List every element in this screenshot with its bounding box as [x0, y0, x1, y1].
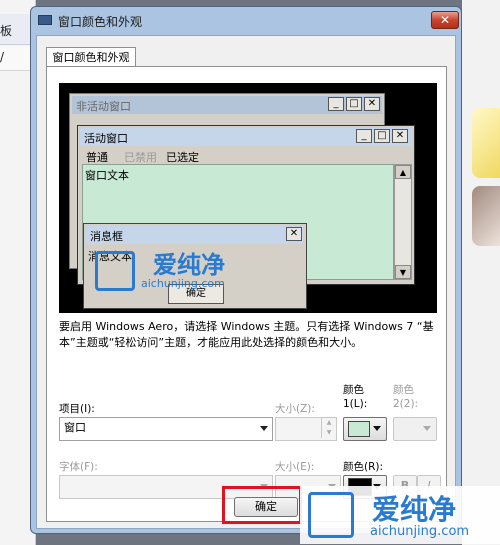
window-text: 窗口文本 [85, 169, 129, 182]
menu-item-disabled[interactable]: 已禁用 [124, 149, 157, 165]
color1-label: 颜色 1(L): [343, 384, 368, 410]
left-window-text-2: / [0, 50, 5, 64]
watermark-en: aichunjing.com [370, 524, 470, 539]
active-window-title: 活动窗口 [84, 132, 128, 145]
desktop-right-area [462, 0, 500, 545]
close-button[interactable]: ✕ [431, 11, 459, 29]
minimize-icon: _ [356, 129, 372, 143]
menu-item-selected[interactable]: 已选定 [166, 149, 199, 165]
watermark-overlay: 爱纯净 aichunjing.com [95, 249, 269, 297]
color1-swatch [348, 421, 370, 437]
spin-down-icon[interactable]: ▼ [321, 428, 336, 438]
scroll-up-icon[interactable]: ▲ [395, 165, 411, 179]
watermark-cn: 爱纯净 [372, 493, 457, 526]
dialog-titlebar[interactable]: 窗口颜色和外观 ✕ [31, 7, 461, 35]
appearance-dialog: 窗口颜色和外观 ✕ 窗口颜色和外观 非活动窗口 _ □ ✕ 活动窗口 _ □ ✕… [30, 6, 462, 534]
tab-window-color[interactable]: 窗口颜色和外观 [46, 47, 136, 67]
window-icon [38, 15, 52, 25]
maximize-icon: □ [374, 129, 390, 143]
left-window-text: 板 [0, 24, 13, 38]
size-label: 大小(Z): [275, 403, 315, 415]
font-color-label: 颜色(R): [343, 461, 384, 473]
aero-description: 要启用 Windows Aero，请选择 Windows 主题。只有选择 Win… [59, 320, 434, 349]
image-thumbnail-icon[interactable] [472, 186, 500, 246]
watermark-corner: 爱纯净 aichunjing.com [300, 486, 500, 544]
watermark-logo-icon [308, 492, 354, 538]
close-icon: ✕ [392, 129, 408, 143]
chevron-down-icon [423, 426, 431, 431]
close-icon: ✕ [286, 227, 302, 241]
appearance-preview[interactable]: 非活动窗口 _ □ ✕ 活动窗口 _ □ ✕ 普通 已禁用 已选定 窗口文本 ▲… [59, 83, 437, 313]
color2-label: 颜色 2(2): [393, 384, 419, 410]
minimize-icon: _ [328, 97, 344, 111]
dialog-title: 窗口颜色和外观 [58, 15, 143, 29]
maximize-icon: □ [346, 97, 362, 111]
dialog-client-area: 窗口颜色和外观 非活动窗口 _ □ ✕ 活动窗口 _ □ ✕ 普通 已禁用 已选… [36, 35, 456, 529]
chevron-down-icon [260, 426, 268, 431]
item-select[interactable]: 窗口 [59, 417, 273, 441]
scroll-down-icon[interactable]: ▼ [395, 265, 411, 279]
size-spinner[interactable]: ▲ ▼ [275, 417, 337, 441]
menu-item-normal[interactable]: 普通 [86, 149, 108, 165]
tab-panel: 非活动窗口 _ □ ✕ 活动窗口 _ □ ✕ 普通 已禁用 已选定 窗口文本 ▲… [46, 66, 447, 522]
active-window-titlebar[interactable]: 活动窗口 _ □ ✕ [80, 128, 412, 146]
watermark-en: aichunjing.com [141, 277, 225, 290]
active-window-menu: 普通 已禁用 已选定 [80, 148, 412, 164]
spin-up-icon[interactable]: ▲ [321, 418, 336, 428]
inactive-window-title: 非活动窗口 [76, 100, 131, 113]
close-icon: ✕ [439, 13, 451, 27]
item-select-value: 窗口 [64, 421, 86, 434]
message-box-title: 消息框 [90, 230, 123, 243]
folder-icon[interactable] [472, 108, 500, 178]
font-label: 字体(F): [59, 461, 98, 473]
font-size-label: 大小(E): [275, 461, 315, 473]
message-box-titlebar[interactable]: 消息框 ✕ [86, 226, 304, 244]
close-icon: ✕ [364, 97, 380, 111]
item-label: 项目(I): [59, 403, 95, 415]
color2-picker[interactable] [393, 417, 437, 441]
preview-scrollbar[interactable]: ▲ ▼ [394, 164, 412, 280]
watermark-logo-icon [95, 251, 135, 291]
ok-highlight-outline [222, 486, 302, 524]
inactive-window-titlebar[interactable]: 非活动窗口 _ □ ✕ [72, 96, 382, 114]
chevron-down-icon [373, 426, 381, 431]
watermark-cn: 爱纯净 [153, 251, 225, 279]
color1-picker[interactable] [343, 417, 387, 441]
